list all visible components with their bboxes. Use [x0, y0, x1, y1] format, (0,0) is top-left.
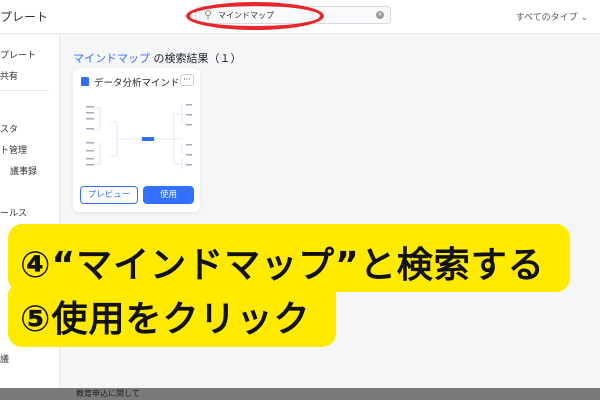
header: プレート ⚲ マインドマップ × すべてのタイプ ⌄	[0, 0, 600, 34]
sidebar-item[interactable]: 議	[0, 352, 9, 365]
use-button[interactable]: 使用	[143, 186, 194, 204]
sidebar-item[interactable]: 共有	[0, 69, 18, 82]
instruction-line-1: ④“マインドマップ”と検索する	[20, 245, 545, 286]
instruction-line-2: ⑤使用をクリック	[20, 299, 311, 340]
sidebar-item[interactable]: プレート	[0, 48, 36, 61]
results-title: マインドマップ の検索結果（１）	[73, 50, 242, 66]
sidebar-item[interactable]: 議事録	[10, 164, 37, 177]
results-keyword: マインドマップ	[73, 52, 150, 65]
clear-icon[interactable]: ×	[376, 11, 384, 19]
template-title: データ分析マインドマップ	[94, 78, 182, 89]
template-card[interactable]: データ分析マインドマップ ··· プレビュー 使用	[73, 68, 200, 212]
sidebar-item[interactable]: ールス	[0, 206, 27, 219]
divider	[0, 90, 49, 91]
type-filter-dropdown[interactable]: すべてのタイプ ⌄	[516, 10, 588, 23]
mindmap-thumbnail	[82, 94, 197, 180]
highlight-oval	[186, 2, 324, 30]
bottom-text: 教育申込に関して	[76, 389, 140, 398]
more-button[interactable]: ···	[180, 74, 194, 86]
document-icon	[81, 77, 89, 86]
sidebar-item[interactable]: ト管理	[0, 143, 27, 156]
sidebar-item[interactable]: スタ	[0, 122, 18, 135]
app-title: プレート	[0, 10, 49, 24]
results-suffix: の検索結果（１）	[150, 52, 242, 65]
preview-button[interactable]: プレビュー	[80, 186, 138, 204]
bottom-strip: 教育申込に関して	[0, 388, 600, 400]
